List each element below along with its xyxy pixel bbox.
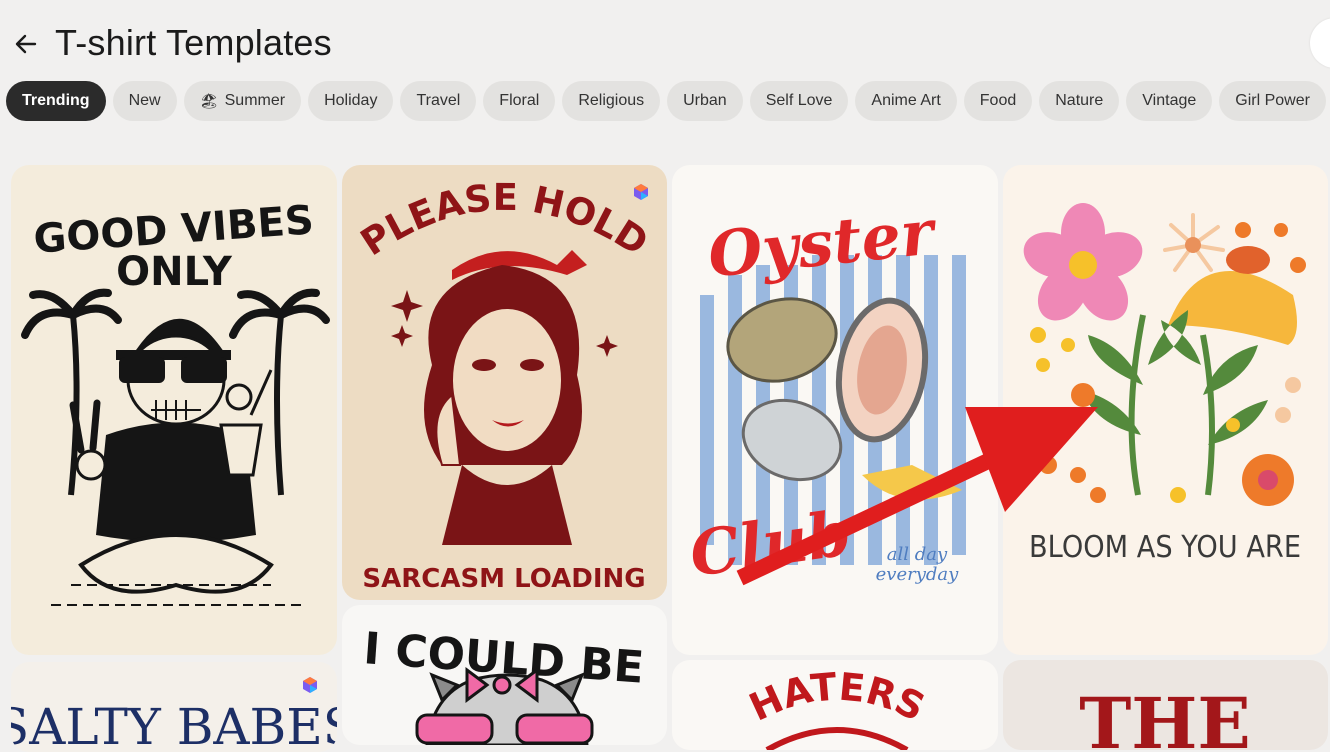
skeleton-illustration: GOOD VIBES ONLY [21,197,330,606]
raccoon-illustration: I COULD BE [362,623,645,745]
chip-label: Anime Art [871,92,941,109]
chip-label: Religious [578,92,645,109]
card-title-line2: ONLY [116,249,233,295]
chip-self-love[interactable]: Self Love [749,81,849,121]
chip-label: Floral [499,92,540,109]
template-card-oyster-club[interactable]: Oyster Club all day everyday [672,165,998,655]
template-card-haters[interactable]: HATERS [672,660,998,750]
chip-urban[interactable]: Urban [667,81,743,121]
card-title-bottom: SARCASM LOADING [362,564,645,594]
chip-label: Girl Power [1235,92,1310,109]
chip-label: New [128,92,161,109]
template-card-bloom[interactable]: BLOOM AS YOU ARE [1003,165,1328,655]
arrow-left-icon [15,34,37,54]
chip-religious[interactable]: Religious [562,81,661,121]
template-card-the[interactable]: THE [1003,660,1328,750]
chip-anime-art[interactable]: Anime Art [855,81,957,121]
floral-illustration: BLOOM AS YOU ARE [1023,203,1306,565]
card-tagline-2: everyday [876,564,960,585]
card-title: BLOOM AS YOU ARE [1029,530,1301,565]
chip-travel[interactable]: Travel [400,81,477,121]
chip-vintage[interactable]: Vintage [1126,81,1213,121]
chip-label: Vintage [1142,92,1197,109]
page-title: T-shirt Templates [55,22,332,63]
chip-label: Self Love [765,92,833,109]
chip-food[interactable]: Food [963,81,1033,121]
chip-summer[interactable]: 🏖 Summer [183,81,302,121]
oyster-illustration: Oyster Club all day everyday [685,195,966,591]
card-title: HATERS [743,665,932,730]
back-button[interactable] [10,28,42,60]
chip-new[interactable]: New [112,81,177,121]
chip-label: Nature [1055,92,1104,109]
chip-floral[interactable]: Floral [483,81,556,121]
card-title-top: PLEASE HOLD [353,176,656,264]
card-title: SALTY BABES [11,698,337,752]
pinup-illustration: PLEASE HOLD SARCASM LOADING [353,176,656,594]
category-chips: Trending New 🏖 Summer Holiday Travel Flor… [6,81,1326,121]
chip-girl-power[interactable]: Girl Power [1219,81,1326,121]
template-card-salty-babes[interactable]: SALTY BABES [11,662,337,752]
chip-label: Travel [416,92,461,109]
template-card-i-could-be[interactable]: I COULD BE [342,605,667,745]
the-illustration: THE [1079,682,1251,750]
template-card-please-hold[interactable]: PLEASE HOLD SARCASM LOADING [342,165,667,600]
chip-label: Summer [224,92,286,109]
chip-trending[interactable]: Trending [6,81,106,121]
premium-badge-icon [634,184,648,200]
beach-umbrella-icon: 🏖 [199,93,219,110]
haters-illustration: HATERS [743,665,932,750]
profile-button[interactable] [1310,18,1330,68]
template-card-good-vibes[interactable]: GOOD VIBES ONLY [11,165,337,655]
chip-holiday[interactable]: Holiday [308,81,394,121]
card-title: THE [1079,682,1251,750]
chip-label: Food [979,92,1017,109]
chip-nature[interactable]: Nature [1039,81,1120,121]
card-tagline-1: all day [887,544,948,565]
chip-label: Trending [22,92,90,109]
chip-label: Urban [683,92,727,109]
salty-babes-illustration: SALTY BABES [11,698,337,752]
premium-badge-icon [303,677,317,693]
chip-label: Holiday [324,92,378,109]
